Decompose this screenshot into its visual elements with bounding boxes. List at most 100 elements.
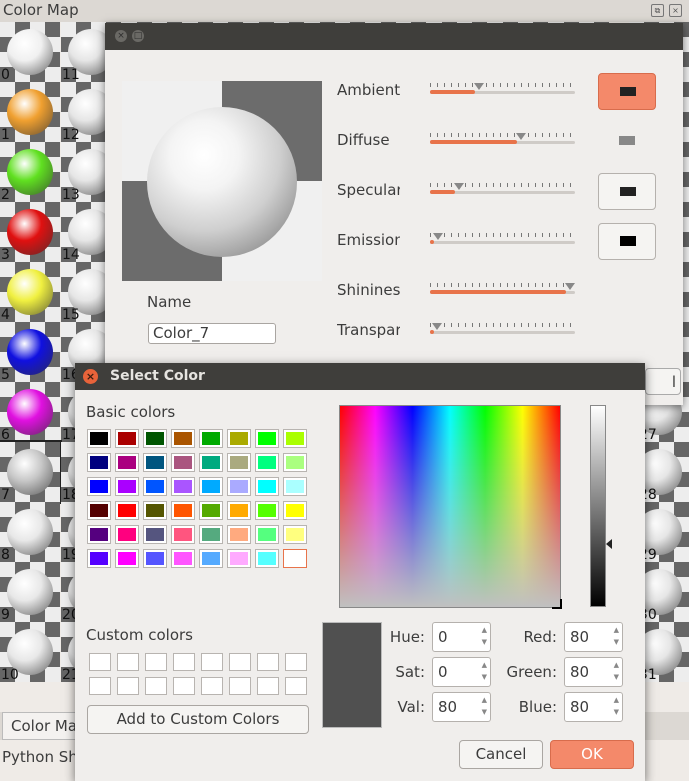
basic-color-swatch[interactable] [87, 549, 111, 568]
spin-up-icon[interactable]: ▲ [614, 661, 619, 669]
basic-color-swatch[interactable] [87, 453, 111, 472]
slider-handle[interactable] [515, 133, 526, 140]
color-map-cell[interactable]: 5 [0, 322, 60, 382]
sat-spinbox[interactable]: 0 ▲ ▼ [432, 657, 491, 687]
color-spectrum[interactable] [339, 405, 562, 609]
basic-color-swatch[interactable] [87, 477, 111, 496]
basic-color-swatch[interactable] [143, 525, 167, 544]
basic-color-swatch[interactable] [171, 429, 195, 448]
spin-up-icon[interactable]: ▲ [614, 626, 619, 634]
basic-color-swatch[interactable] [255, 525, 279, 544]
green-spinbox[interactable]: 80 ▲ ▼ [564, 657, 623, 687]
basic-color-swatch[interactable] [171, 477, 195, 496]
spin-down-icon[interactable]: ▼ [482, 638, 487, 646]
slider-handle[interactable] [454, 183, 465, 190]
custom-color-swatch[interactable] [257, 653, 279, 671]
name-input[interactable]: Color_7 [148, 323, 276, 344]
basic-color-swatch[interactable] [199, 453, 223, 472]
spin-down-icon[interactable]: ▼ [614, 638, 619, 646]
close-icon[interactable]: × [83, 369, 98, 384]
custom-color-swatch[interactable] [173, 677, 195, 695]
basic-color-swatch[interactable] [199, 549, 223, 568]
slider-handle[interactable] [431, 323, 442, 330]
basic-color-swatch[interactable] [227, 477, 251, 496]
custom-color-swatch[interactable] [285, 677, 307, 695]
basic-color-swatch[interactable] [227, 429, 251, 448]
basic-color-swatch[interactable] [115, 549, 139, 568]
basic-color-swatch[interactable] [171, 549, 195, 568]
basic-color-swatch[interactable] [255, 501, 279, 520]
basic-color-swatch[interactable] [227, 501, 251, 520]
basic-color-swatch[interactable] [115, 453, 139, 472]
add-to-custom-colors-button[interactable]: Add to Custom Colors [87, 705, 309, 734]
red-spinbox[interactable]: 80 ▲ ▼ [564, 622, 623, 652]
basic-color-swatch[interactable] [171, 525, 195, 544]
basic-color-swatch[interactable] [143, 501, 167, 520]
basic-color-swatch[interactable] [87, 525, 111, 544]
custom-color-swatch[interactable] [89, 677, 111, 695]
color-map-cell[interactable]: 2 [0, 142, 60, 202]
basic-color-swatch[interactable] [283, 453, 307, 472]
basic-color-swatch[interactable] [255, 429, 279, 448]
basic-color-swatch[interactable] [199, 525, 223, 544]
restore-icon[interactable]: ⧉ [651, 4, 664, 17]
cancel-button[interactable]: Cancel [459, 740, 543, 769]
property-slider[interactable] [430, 133, 575, 145]
custom-color-swatch[interactable] [145, 653, 167, 671]
basic-color-swatch[interactable] [283, 549, 307, 568]
ok-button[interactable]: OK [550, 740, 634, 769]
val-spinbox[interactable]: 80 ▲ ▼ [432, 692, 491, 722]
color-map-cell[interactable]: 6 [0, 382, 60, 442]
property-slider[interactable] [430, 83, 575, 95]
basic-color-swatch[interactable] [143, 549, 167, 568]
close-icon[interactable]: × [669, 4, 682, 17]
spin-down-icon[interactable]: ▼ [482, 708, 487, 716]
spin-up-icon[interactable]: ▲ [482, 626, 487, 634]
basic-color-swatch[interactable] [87, 429, 111, 448]
custom-color-swatch[interactable] [257, 677, 279, 695]
custom-color-swatch[interactable] [173, 653, 195, 671]
custom-color-swatch[interactable] [145, 677, 167, 695]
property-slider[interactable] [430, 283, 575, 295]
property-slider[interactable] [430, 233, 575, 245]
custom-color-swatch[interactable] [117, 677, 139, 695]
custom-color-swatch[interactable] [201, 653, 223, 671]
spin-down-icon[interactable]: ▼ [614, 708, 619, 716]
spin-up-icon[interactable]: ▲ [614, 696, 619, 704]
basic-color-swatch[interactable] [255, 477, 279, 496]
property-slider[interactable] [430, 323, 575, 335]
spin-down-icon[interactable]: ▼ [482, 673, 487, 681]
blue-spinbox[interactable]: 80 ▲ ▼ [564, 692, 623, 722]
basic-color-swatch[interactable] [143, 453, 167, 472]
custom-color-swatch[interactable] [89, 653, 111, 671]
basic-color-swatch[interactable] [115, 525, 139, 544]
basic-color-swatch[interactable] [283, 501, 307, 520]
custom-color-swatch[interactable] [201, 677, 223, 695]
basic-color-swatch[interactable] [227, 549, 251, 568]
hue-spinbox[interactable]: 0 ▲ ▼ [432, 622, 491, 652]
custom-color-swatch[interactable] [285, 653, 307, 671]
basic-color-swatch[interactable] [115, 501, 139, 520]
basic-color-swatch[interactable] [227, 525, 251, 544]
luminance-pointer[interactable] [606, 539, 612, 549]
basic-color-swatch[interactable] [227, 453, 251, 472]
color-button[interactable] [598, 73, 656, 110]
basic-color-swatch[interactable] [115, 477, 139, 496]
slider-handle[interactable] [473, 83, 484, 90]
color-map-cell[interactable]: 4 [0, 262, 60, 322]
basic-color-swatch[interactable] [255, 453, 279, 472]
basic-color-swatch[interactable] [283, 429, 307, 448]
color-map-cell[interactable]: 1 [0, 82, 60, 142]
color-map-cell[interactable]: 7 [0, 440, 62, 504]
basic-color-swatch[interactable] [87, 501, 111, 520]
spin-down-icon[interactable]: ▼ [614, 673, 619, 681]
color-map-cell[interactable]: 10 [0, 622, 60, 682]
color-button[interactable] [598, 173, 656, 210]
luminance-strip[interactable] [590, 405, 606, 607]
basic-color-swatch[interactable] [171, 501, 195, 520]
basic-color-swatch[interactable] [143, 429, 167, 448]
slider-handle[interactable] [433, 233, 444, 240]
color-map-cell[interactable]: 8 [0, 502, 60, 562]
property-slider[interactable] [430, 183, 575, 195]
custom-color-swatch[interactable] [229, 653, 251, 671]
